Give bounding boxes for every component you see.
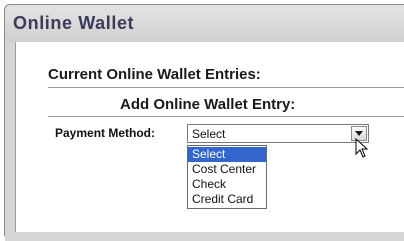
option-check[interactable]: Check (188, 177, 266, 192)
mouse-pointer-icon (355, 138, 369, 158)
current-entries-heading: Current Online Wallet Entries: (48, 66, 261, 83)
select-current-value: Select (192, 127, 226, 141)
title-bar: Online Wallet (5, 5, 404, 42)
option-credit-card[interactable]: Credit Card (188, 192, 266, 207)
option-cost-center[interactable]: Cost Center (188, 162, 266, 177)
window-title: Online Wallet (13, 13, 135, 33)
divider (48, 116, 404, 117)
divider (48, 87, 404, 88)
chevron-down-icon (355, 131, 363, 136)
payment-method-label: Payment Method: (55, 126, 156, 140)
option-select[interactable]: Select (188, 147, 266, 162)
add-entry-heading: Add Online Wallet Entry: (120, 96, 296, 113)
payment-method-options: Select Cost Center Check Credit Card (187, 145, 267, 209)
payment-method-select[interactable]: Select (187, 124, 369, 143)
